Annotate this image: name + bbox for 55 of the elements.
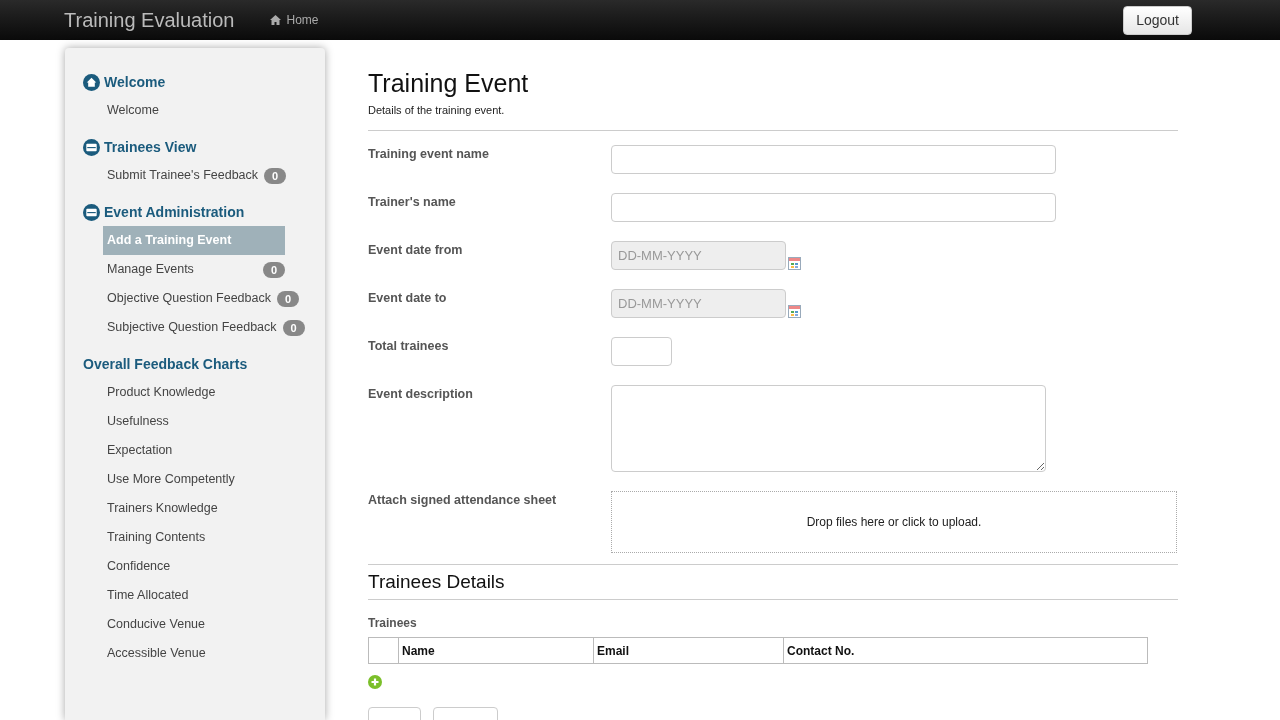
section-heading: Welcome bbox=[104, 72, 166, 92]
page-subtitle: Details of the training event. bbox=[368, 103, 506, 118]
home-icon bbox=[270, 15, 282, 25]
field-label: Event date from bbox=[368, 241, 464, 259]
home-link[interactable]: Home bbox=[270, 11, 319, 29]
count-badge: 0 bbox=[282, 319, 305, 336]
column-header: Name bbox=[398, 637, 594, 664]
sidebar-item[interactable]: Usefulness bbox=[103, 407, 285, 436]
count-badge: 0 bbox=[264, 167, 287, 184]
field-label: Training event name bbox=[368, 145, 490, 163]
page-title: Training Event bbox=[368, 68, 530, 98]
date-field[interactable]: DD-MM-YYYY bbox=[611, 240, 786, 270]
sidebar-item[interactable]: Expectation bbox=[103, 436, 285, 465]
text-field[interactable] bbox=[611, 144, 1056, 174]
description-field[interactable] bbox=[611, 384, 1046, 472]
number-field[interactable] bbox=[611, 336, 672, 366]
text-field[interactable] bbox=[611, 192, 1056, 222]
list-icon bbox=[83, 203, 100, 221]
count-badge: 0 bbox=[262, 261, 285, 278]
sidebar-item[interactable]: Product Knowledge bbox=[103, 378, 285, 407]
section-title: Trainees Details bbox=[368, 569, 506, 594]
section-heading: Event Administration bbox=[104, 202, 245, 222]
field-label: Attach signed attendance sheet bbox=[368, 491, 558, 509]
section-heading: Trainees View bbox=[104, 137, 197, 157]
field-label: Event description bbox=[368, 385, 474, 403]
section-heading: Overall Feedback Charts bbox=[83, 354, 248, 374]
home-icon bbox=[83, 73, 100, 91]
date-field[interactable]: DD-MM-YYYY bbox=[611, 288, 786, 318]
sidebar-item[interactable]: Use More Competently bbox=[103, 465, 285, 494]
logout-button[interactable]: Logout bbox=[1123, 5, 1192, 35]
sidebar-item[interactable]: Submit Trainee's Feedback bbox=[103, 161, 263, 190]
sidebar-item[interactable]: Subjective Question Feedback bbox=[103, 313, 281, 342]
table-header bbox=[368, 637, 399, 664]
count-badge: 0 bbox=[277, 290, 300, 307]
field-label: Event date to bbox=[368, 289, 448, 307]
sidebar-item[interactable]: Welcome bbox=[103, 96, 285, 125]
sidebar-item[interactable]: Trainers Knowledge bbox=[103, 494, 285, 523]
column-header: Contact No. bbox=[783, 637, 1148, 664]
field-label: Trainer's name bbox=[368, 193, 457, 211]
field-label: Total trainees bbox=[368, 337, 450, 355]
table-label: Trainees bbox=[368, 615, 418, 632]
file-drop-zone[interactable]: Drop files here or click to upload. bbox=[611, 490, 1177, 553]
sidebar-item[interactable]: Objective Question Feedback bbox=[103, 284, 275, 313]
sidebar-item[interactable]: Confidence bbox=[103, 552, 285, 581]
sidebar-item[interactable]: Training Contents bbox=[103, 523, 285, 552]
sidebar-item[interactable]: Manage Events bbox=[103, 255, 261, 284]
column-header: Email bbox=[593, 637, 784, 664]
calendar-icon[interactable] bbox=[788, 304, 801, 318]
add-icon[interactable] bbox=[368, 675, 382, 689]
brand-title[interactable]: Training Evaluation bbox=[64, 5, 235, 35]
sidebar-item[interactable]: Time Allocated bbox=[103, 581, 285, 610]
sidebar-item[interactable]: Conducive Venue bbox=[103, 610, 285, 639]
list-icon bbox=[83, 138, 100, 156]
sidebar-item[interactable]: Accessible Venue bbox=[103, 639, 285, 668]
calendar-icon[interactable] bbox=[788, 256, 801, 270]
